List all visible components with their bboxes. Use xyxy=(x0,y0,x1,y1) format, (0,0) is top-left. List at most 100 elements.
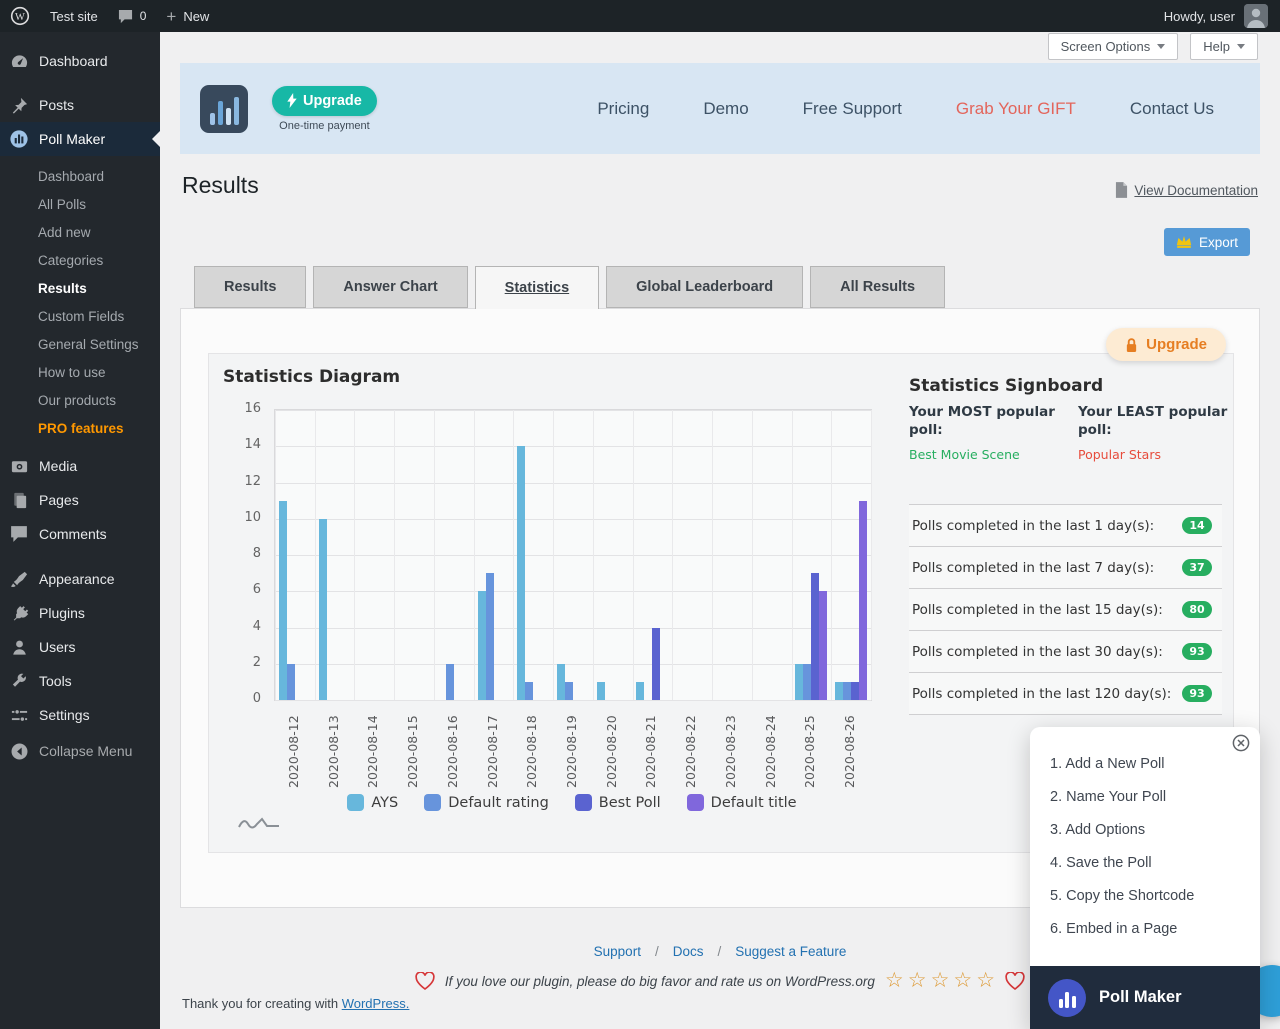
list-item: 3. Add Options xyxy=(1050,814,1260,847)
tab-global-leaderboard[interactable]: Global Leaderboard xyxy=(606,266,803,308)
admin-bar: W Test site 0 New Howdy, user xyxy=(0,0,1280,32)
most-popular-value: Best Movie Scene xyxy=(909,447,1069,463)
star-icon[interactable] xyxy=(976,970,995,992)
legend-item: Default rating xyxy=(424,794,549,811)
row-label: Polls completed in the last 1 day(s): xyxy=(912,518,1154,534)
gridline xyxy=(275,519,871,520)
separator: / xyxy=(717,944,721,959)
poll-maker-submenu: Dashboard All Polls Add new Categories R… xyxy=(0,156,160,449)
chevron-down-icon xyxy=(1237,44,1245,49)
rating-stars[interactable] xyxy=(885,970,995,992)
help-button[interactable]: Help xyxy=(1190,33,1258,60)
submenu-item-our-products[interactable]: Our products xyxy=(0,386,160,414)
submenu-label: Results xyxy=(38,281,87,296)
least-popular-label: Your LEAST popular poll: xyxy=(1078,404,1227,438)
sidebar-item-posts[interactable]: Posts xyxy=(0,88,160,122)
sidebar-item-poll-maker[interactable]: Poll Maker xyxy=(0,122,160,156)
submenu-item-pro-features[interactable]: PRO features xyxy=(0,414,160,442)
account-menu[interactable]: Howdy, user xyxy=(1164,0,1235,32)
least-popular-value: Popular Stars xyxy=(1078,447,1234,463)
tab-label: All Results xyxy=(840,279,915,295)
submenu-item-how-to-use[interactable]: How to use xyxy=(0,358,160,386)
submenu-item-all-polls[interactable]: All Polls xyxy=(0,190,160,218)
count-badge: 93 xyxy=(1182,643,1212,660)
sidebar-item-settings[interactable]: Settings xyxy=(0,698,160,732)
sidebar-item-comments[interactable]: Comments xyxy=(0,517,160,551)
logo-bar xyxy=(1059,999,1063,1008)
sidebar-item-label: Dashboard xyxy=(39,53,108,69)
chart-bar xyxy=(557,664,565,700)
new-content-button[interactable]: New xyxy=(156,0,219,32)
upgrade-block: Upgrade One-time payment xyxy=(272,86,377,132)
star-icon[interactable] xyxy=(908,970,927,992)
close-icon[interactable] xyxy=(1232,734,1250,752)
nav-free-support-link[interactable]: Free Support xyxy=(803,99,902,119)
export-button[interactable]: Export xyxy=(1164,228,1250,256)
submenu-item-results[interactable]: Results xyxy=(0,274,160,302)
plugin-promo-banner: Upgrade One-time payment Pricing Demo Fr… xyxy=(180,63,1260,154)
sidebar-item-tools[interactable]: Tools xyxy=(0,664,160,698)
tab-all-results[interactable]: All Results xyxy=(810,266,945,308)
avatar[interactable] xyxy=(1244,4,1268,28)
lightning-icon xyxy=(287,93,297,108)
docs-link[interactable]: Docs xyxy=(673,944,704,959)
sidebar-item-dashboard[interactable]: Dashboard xyxy=(0,44,160,78)
row-label: Polls completed in the last 7 day(s): xyxy=(912,560,1154,576)
submenu-item-general-settings[interactable]: General Settings xyxy=(0,330,160,358)
collapse-menu-button[interactable]: Collapse Menu xyxy=(0,734,160,768)
upgrade-pill-button[interactable]: Upgrade xyxy=(1106,328,1226,361)
x-tick-label: 2020-08-23 xyxy=(723,715,738,788)
sidebar-item-label: Appearance xyxy=(39,571,115,587)
site-name-link[interactable]: Test site xyxy=(40,0,108,32)
star-icon[interactable] xyxy=(931,970,950,992)
dashboard-icon xyxy=(9,51,29,71)
widget-brand-label: Poll Maker xyxy=(1099,988,1182,1007)
wordpress-icon: W xyxy=(10,6,30,26)
chart-bar xyxy=(795,664,803,700)
star-icon[interactable] xyxy=(885,970,904,992)
signboard-title: Statistics Signboard xyxy=(909,376,1103,396)
tab-answer-chart[interactable]: Answer Chart xyxy=(313,266,467,308)
chart-bar xyxy=(652,628,660,701)
row-label: Polls completed in the last 120 day(s): xyxy=(912,686,1171,702)
sidebar-item-pages[interactable]: Pages xyxy=(0,483,160,517)
star-icon[interactable] xyxy=(953,970,972,992)
gridline xyxy=(633,410,634,700)
legend-label: Default rating xyxy=(448,795,549,811)
wordpress-logo-button[interactable]: W xyxy=(0,0,40,32)
nav-contact-us-link[interactable]: Contact Us xyxy=(1130,99,1214,119)
suggest-feature-link[interactable]: Suggest a Feature xyxy=(735,944,846,959)
sidebar-item-media[interactable]: Media xyxy=(0,449,160,483)
tab-statistics[interactable]: Statistics xyxy=(475,266,599,309)
nav-gift-link[interactable]: Grab Your GIFT xyxy=(956,99,1076,119)
view-documentation-link[interactable]: View Documentation xyxy=(1115,182,1258,198)
legend-swatch xyxy=(424,794,441,811)
table-row: Polls completed in the last 30 day(s): 9… xyxy=(909,631,1222,673)
count-badge: 93 xyxy=(1182,685,1212,702)
nav-demo-link[interactable]: Demo xyxy=(703,99,748,119)
gridline xyxy=(275,628,871,629)
chart-bar xyxy=(811,573,819,700)
submenu-item-dashboard[interactable]: Dashboard xyxy=(0,162,160,190)
screen-options-button[interactable]: Screen Options xyxy=(1048,33,1179,60)
upgrade-button[interactable]: Upgrade xyxy=(272,86,377,116)
sidebar-item-appearance[interactable]: Appearance xyxy=(0,562,160,596)
y-tick-label: 6 xyxy=(227,581,261,599)
gridline xyxy=(275,446,871,447)
wrench-icon xyxy=(9,671,29,691)
tab-label: Statistics xyxy=(505,280,569,296)
wordpress-link[interactable]: WordPress. xyxy=(342,996,410,1011)
tab-results[interactable]: Results xyxy=(194,266,306,308)
submenu-item-add-new[interactable]: Add new xyxy=(0,218,160,246)
submenu-label: Our products xyxy=(38,393,116,408)
comments-button[interactable]: 0 xyxy=(108,0,157,32)
support-link[interactable]: Support xyxy=(594,944,641,959)
submenu-item-categories[interactable]: Categories xyxy=(0,246,160,274)
nav-pricing-link[interactable]: Pricing xyxy=(597,99,649,119)
submenu-item-custom-fields[interactable]: Custom Fields xyxy=(0,302,160,330)
help-label: Help xyxy=(1203,39,1230,54)
count-badge: 80 xyxy=(1182,601,1212,618)
sidebar-item-plugins[interactable]: Plugins xyxy=(0,596,160,630)
sidebar-item-users[interactable]: Users xyxy=(0,630,160,664)
legend-label: AYS xyxy=(371,795,398,811)
